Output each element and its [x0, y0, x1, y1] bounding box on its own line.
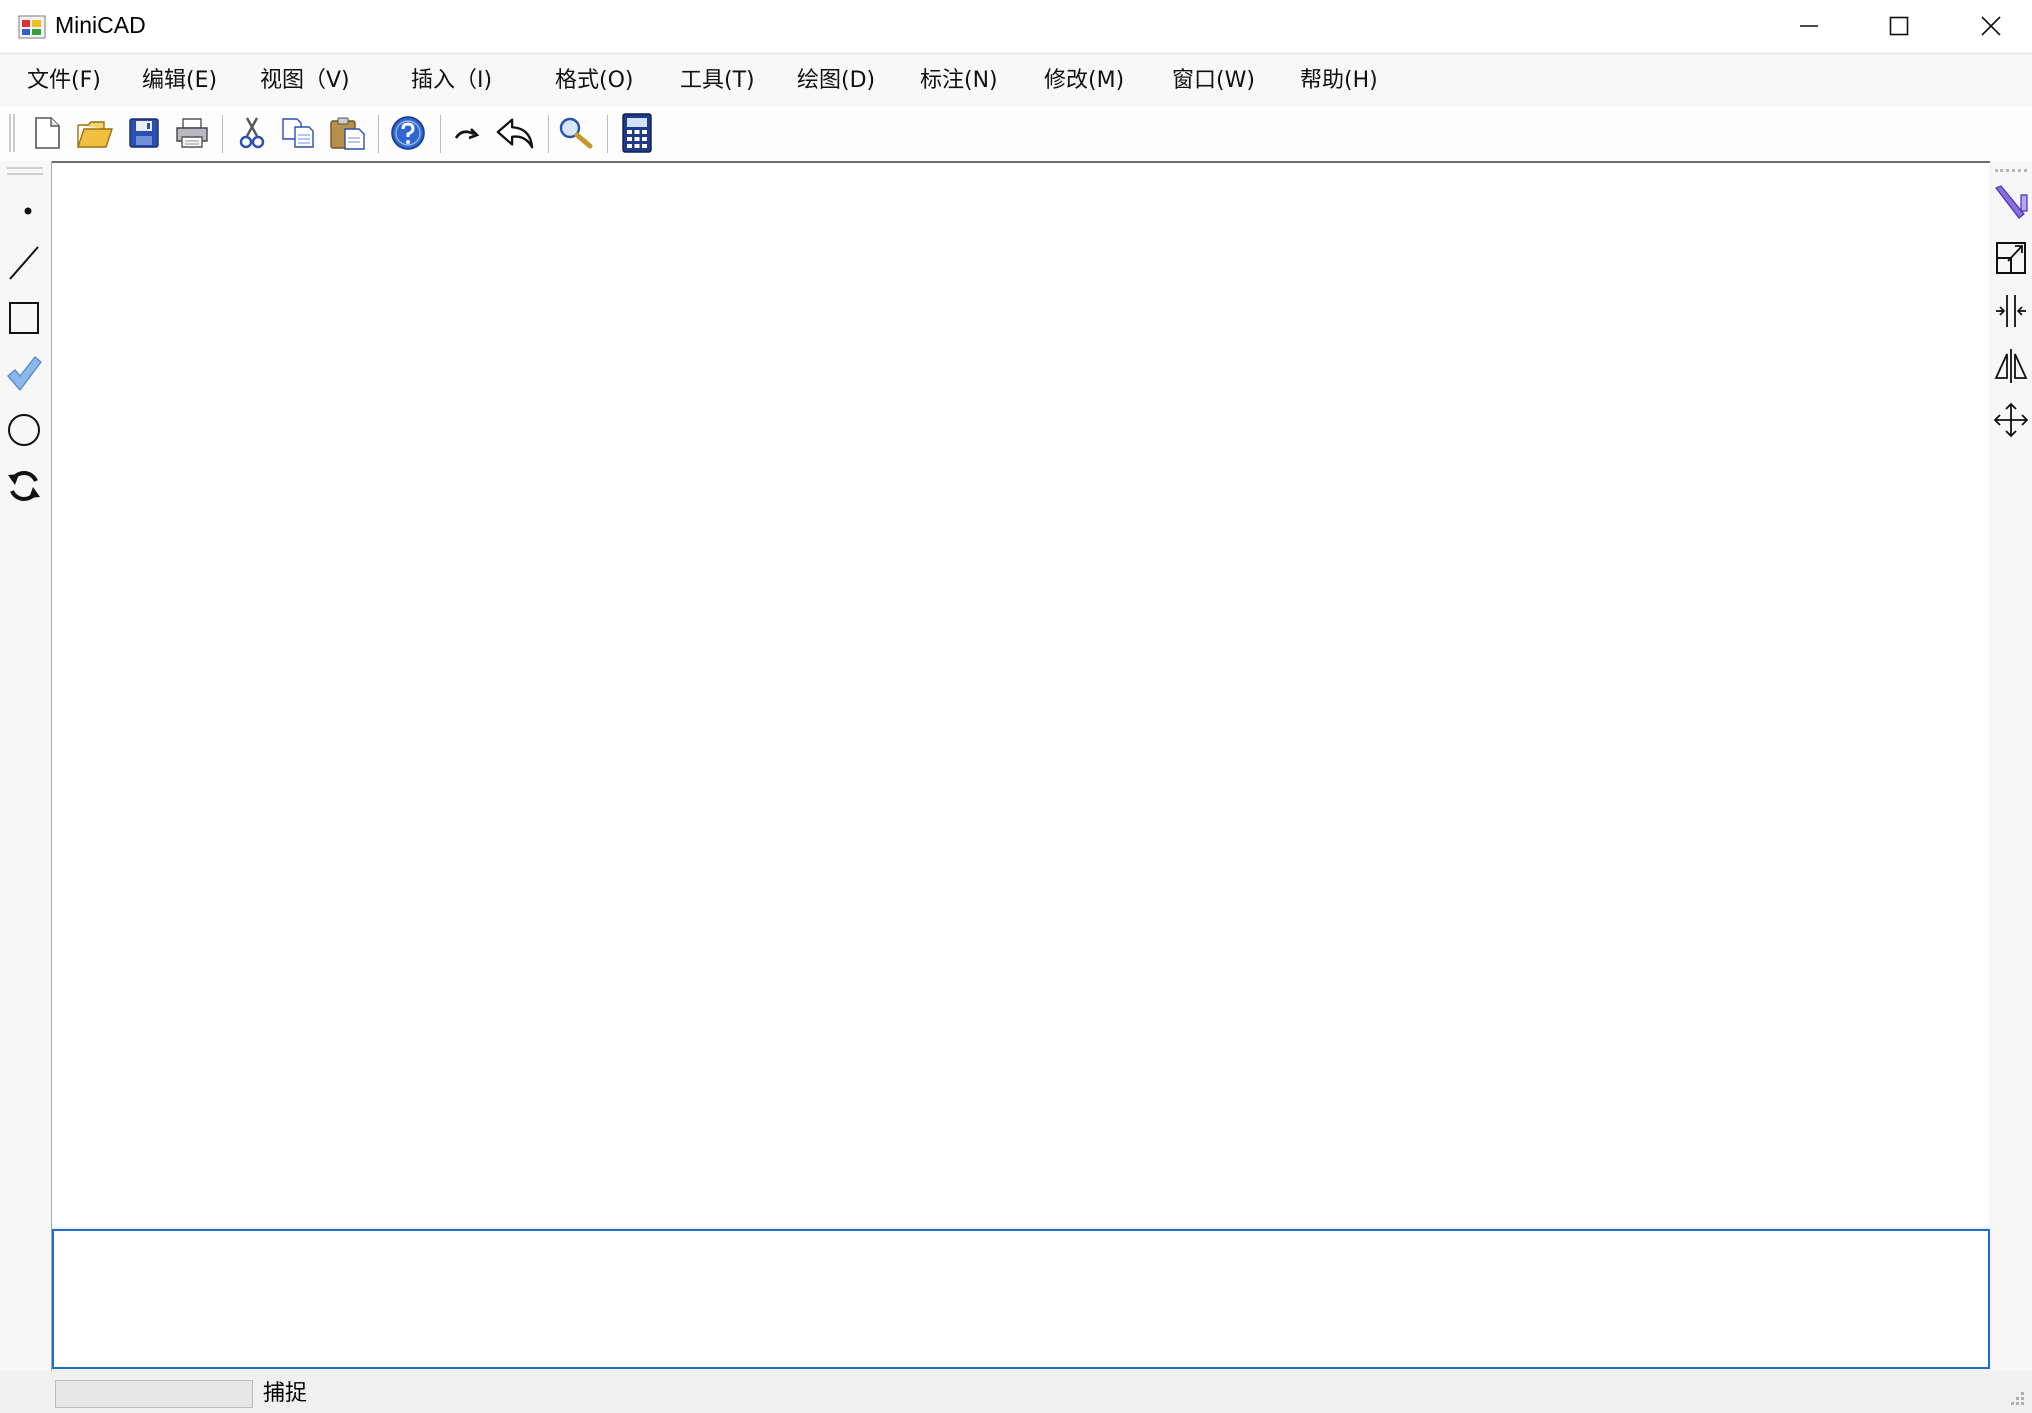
menu-tools[interactable]: 工具(T)	[680, 67, 755, 95]
pencil-tool-button[interactable]	[1991, 179, 2031, 229]
status-bar: 捕捉	[0, 1371, 2032, 1413]
zoom-button[interactable]	[557, 113, 597, 153]
cut-scissors-icon	[239, 117, 265, 149]
toolbar-separator	[548, 115, 549, 153]
arc-rotate-icon	[8, 471, 40, 501]
cut-button[interactable]	[232, 113, 272, 153]
menu-dimension[interactable]: 标注(N)	[920, 67, 998, 95]
print-button[interactable]	[172, 113, 212, 153]
modify-toolbar-grip[interactable]	[1995, 169, 2027, 175]
open-folder-icon	[77, 121, 113, 148]
print-icon	[176, 118, 208, 148]
zoom-magnifier-icon	[559, 117, 593, 149]
open-button[interactable]	[75, 113, 115, 153]
drawing-canvas[interactable]	[52, 161, 1990, 1227]
trim-tool-button[interactable]	[1991, 286, 2031, 336]
command-input[interactable]	[52, 1229, 1990, 1369]
resize-grip-icon[interactable]	[2004, 1387, 2026, 1409]
redo-button[interactable]	[447, 113, 487, 153]
circle-icon	[8, 414, 40, 446]
calculator-button[interactable]	[617, 113, 657, 153]
toolbar-grip[interactable]	[9, 114, 15, 152]
point-tool-button[interactable]	[4, 185, 44, 231]
toolbar-separator	[378, 115, 379, 153]
minimize-button[interactable]	[1763, 0, 1855, 52]
copy-icon	[282, 118, 314, 148]
undo-button[interactable]	[495, 113, 535, 153]
draw-toolbar-grip[interactable]	[7, 167, 43, 175]
rectangle-tool-button[interactable]	[4, 295, 44, 341]
menu-draw[interactable]: 绘图(D)	[797, 67, 875, 95]
maximize-icon	[1889, 16, 1909, 36]
polyline-tool-button[interactable]	[4, 351, 44, 397]
pencil-icon	[1995, 185, 2028, 219]
toolbar-separator	[222, 115, 223, 153]
close-button[interactable]	[1945, 0, 2032, 52]
circle-tool-button[interactable]	[4, 407, 44, 453]
trim-icon	[1996, 295, 2026, 327]
mirror-icon	[1994, 349, 2028, 383]
new-file-icon	[35, 117, 60, 149]
menu-bar: 文件(F) 编辑(E) 视图（V) 插入（I) 格式(O) 工具(T) 绘图(D…	[0, 55, 2032, 107]
move-tool-button[interactable]	[1991, 395, 2031, 445]
redo-arrow-icon	[454, 128, 480, 140]
calculator-icon	[622, 113, 652, 153]
paste-icon	[330, 117, 365, 150]
copy-button[interactable]	[279, 113, 319, 153]
arc-tool-button[interactable]	[4, 463, 44, 509]
move-icon	[1993, 402, 2029, 438]
help-question-icon	[391, 116, 425, 150]
menu-help[interactable]: 帮助(H)	[1300, 67, 1378, 95]
help-button[interactable]	[388, 113, 428, 153]
snap-toggle[interactable]: 捕捉	[263, 1380, 307, 1408]
title-bar: MiniCAD	[0, 0, 2032, 52]
app-icon	[18, 15, 46, 39]
draw-toolbar	[0, 161, 52, 1406]
menu-window[interactable]: 窗口(W)	[1172, 67, 1255, 95]
save-button[interactable]	[124, 113, 164, 153]
point-icon	[24, 207, 32, 215]
menu-format[interactable]: 格式(O)	[555, 67, 633, 95]
standard-toolbar	[0, 107, 2032, 161]
mirror-tool-button[interactable]	[1991, 341, 2031, 391]
scale-icon	[1996, 242, 2026, 274]
status-progress-bar	[55, 1380, 253, 1408]
undo-arrow-icon	[496, 118, 534, 149]
maximize-button[interactable]	[1853, 0, 1945, 52]
close-icon	[1981, 16, 2001, 36]
menu-modify[interactable]: 修改(M)	[1044, 67, 1124, 95]
line-icon	[9, 246, 39, 280]
window-title: MiniCAD	[55, 12, 146, 38]
rectangle-icon	[9, 302, 39, 334]
toolbar-separator	[607, 115, 608, 153]
modify-toolbar	[1991, 161, 2032, 1406]
toolbar-separator	[440, 115, 441, 153]
menu-insert[interactable]: 插入（I)	[411, 67, 492, 95]
menu-edit[interactable]: 编辑(E)	[142, 67, 217, 95]
line-tool-button[interactable]	[4, 240, 44, 286]
save-disk-icon	[129, 118, 159, 148]
menu-file[interactable]: 文件(F)	[27, 67, 101, 95]
scale-tool-button[interactable]	[1991, 233, 2031, 283]
menu-view[interactable]: 视图（V)	[260, 67, 350, 95]
minimize-icon	[1800, 25, 1818, 27]
new-file-button[interactable]	[27, 113, 67, 153]
polyline-check-icon	[7, 356, 42, 391]
paste-button[interactable]	[328, 113, 368, 153]
